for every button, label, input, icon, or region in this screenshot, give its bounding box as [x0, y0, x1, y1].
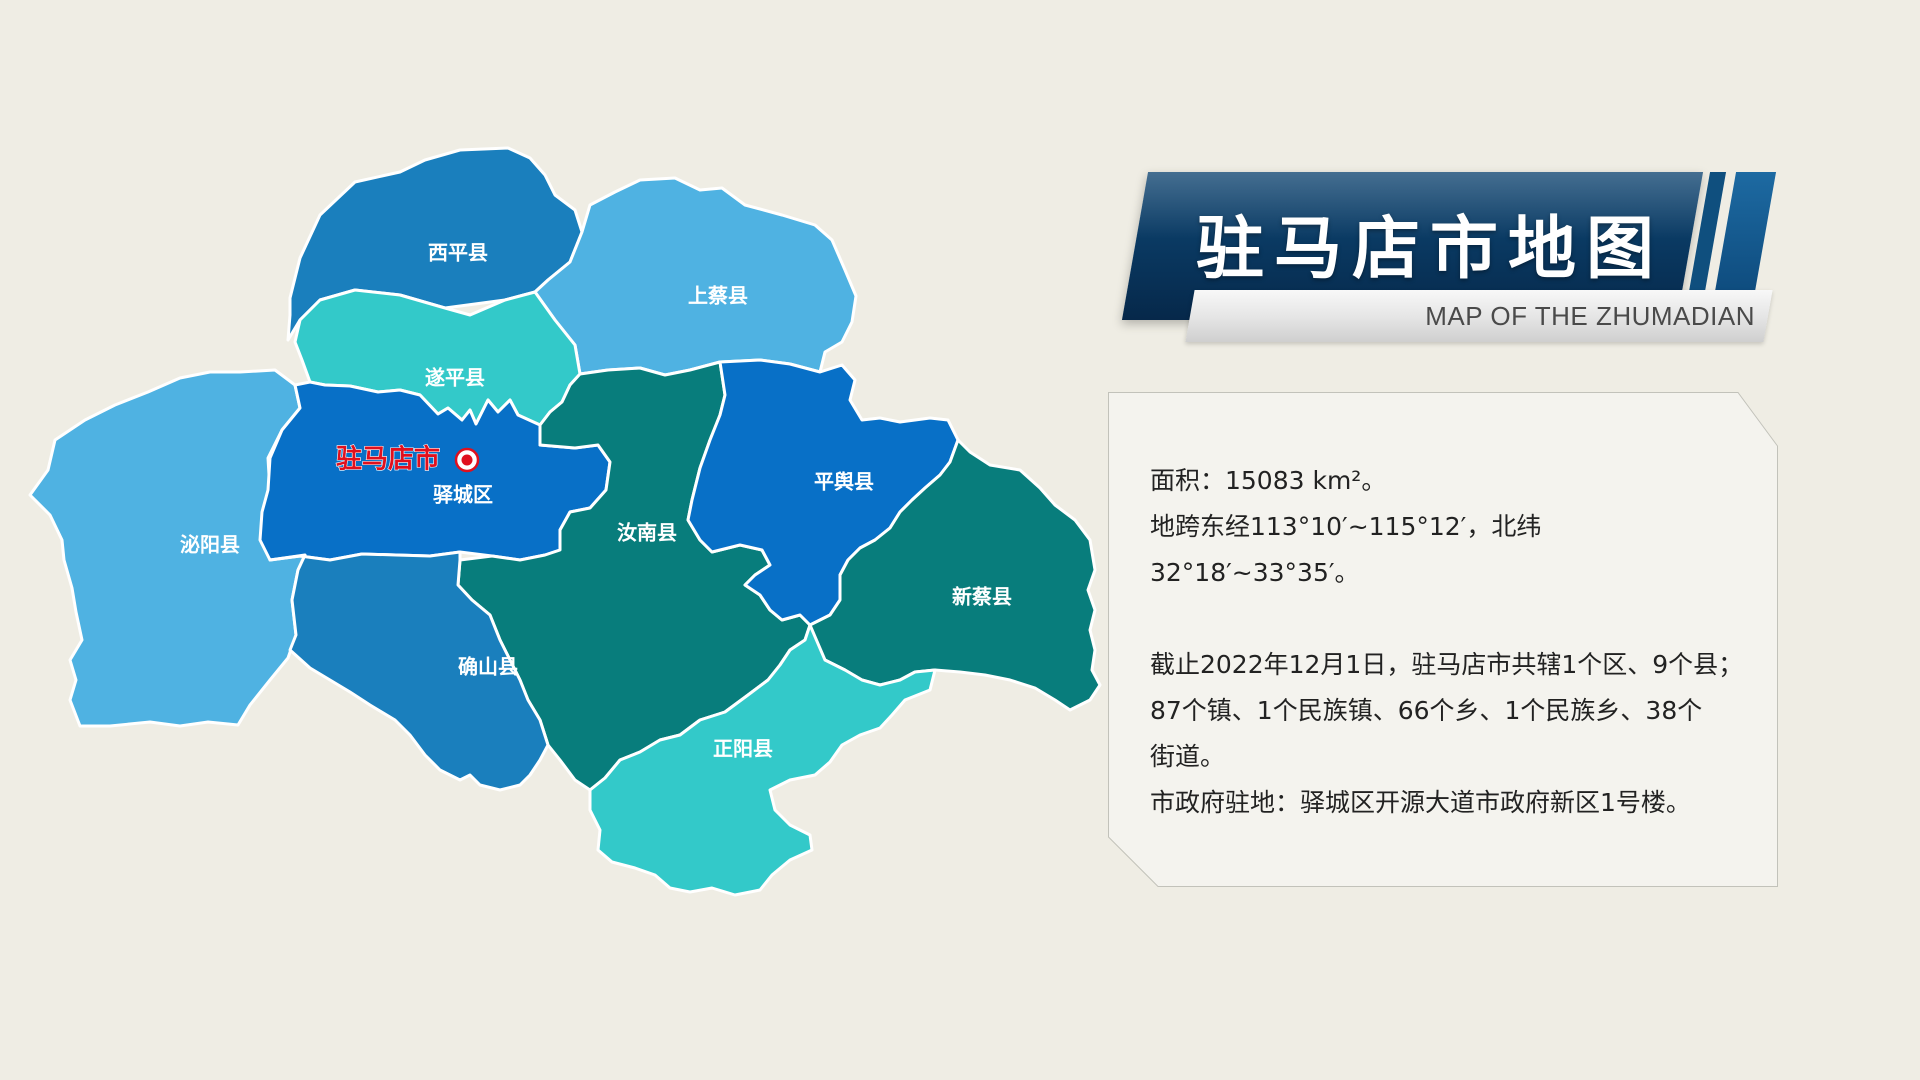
info-coords: 地跨东经113°10′~115°12′，北纬32°18′~33°35′。 — [1150, 512, 1542, 587]
title-banner: 驻马店市地图 MAP OF THE ZHUMADIAN — [1105, 168, 1777, 353]
region-label-shangcai: 上蔡县 — [688, 284, 748, 308]
city-label: 驻马店市 — [336, 444, 440, 475]
region-label-pingyu: 平舆县 — [814, 470, 874, 494]
info-text: 面积：15083 km²。 地跨东经113°10′~115°12′，北纬32°1… — [1150, 458, 1750, 826]
region-label-suiping: 遂平县 — [425, 366, 485, 390]
page-title: 驻马店市地图 — [1195, 209, 1664, 289]
region-shangcai[interactable] — [533, 176, 858, 377]
info-admin-line: 87个镇、1个民族镇、66个乡、1个民族乡、38个 — [1150, 696, 1703, 725]
city-marker-icon — [454, 447, 480, 473]
region-label-queshan: 确山县 — [458, 655, 518, 679]
map-area: 西平县 上蔡县 遂平县 泌阳县 驿城区 汝南县 平舆县 新蔡县 确山县 正阳县 … — [0, 0, 1110, 1080]
zhumadian-map: 西平县 上蔡县 遂平县 泌阳县 驿城区 汝南县 平舆县 新蔡县 确山县 正阳县 … — [28, 146, 1102, 897]
region-label-xincai: 新蔡县 — [952, 585, 1012, 609]
info-area: 面积：15083 km²。 — [1150, 466, 1387, 495]
region-label-yicheng: 驿城区 — [433, 483, 493, 507]
region-label-biyang: 泌阳县 — [180, 533, 240, 557]
region-label-runan: 汝南县 — [617, 521, 677, 545]
region-label-xiping: 西平县 — [428, 241, 488, 265]
info-admin-line: 截止2022年12月1日，驻马店市共辖1个区、9个县； — [1150, 650, 1744, 679]
info-government: 市政府驻地：驿城区开源大道市政府新区1号楼。 — [1150, 788, 1691, 817]
page-subtitle: MAP OF THE ZHUMADIAN — [1425, 300, 1755, 331]
info-admin-line: 街道。 — [1150, 742, 1226, 771]
region-label-zhengyang: 正阳县 — [713, 737, 773, 761]
